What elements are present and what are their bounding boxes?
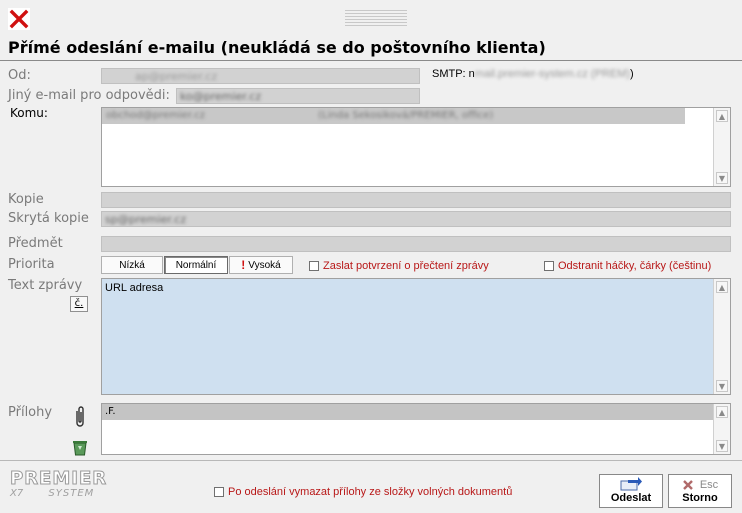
cc-label: Kopie (8, 192, 44, 207)
to-value: obchod@premier.cz (106, 110, 205, 121)
logo-sub: X7 SYSTEM (10, 488, 130, 500)
read-receipt-checkbox[interactable] (309, 260, 319, 271)
logo-premier-text: PREMIER (10, 468, 108, 489)
special-chars-button[interactable]: č. (70, 296, 88, 312)
cancel-x-icon (682, 480, 693, 490)
priority-normal-label: Normální (175, 259, 217, 271)
send-arrow-icon (620, 477, 642, 491)
attachments-label: Přílohy (8, 405, 53, 420)
logo-system-text: SYSTEM (48, 488, 95, 499)
smtp-value: mail.premier-system.cz (PREM) (474, 68, 631, 80)
scroll-up-icon[interactable]: ▲ (716, 406, 728, 418)
priority-high-button[interactable]: ! Vysoká (229, 256, 293, 274)
window-drag-handle[interactable] (345, 10, 407, 26)
subject-field[interactable] (101, 236, 731, 252)
from-value: ap@premier.cz (135, 70, 218, 83)
priority-normal-button[interactable]: Normální (164, 256, 228, 274)
to-recipient-row: obchod@premier.cz (Linda Sekosiková/PREM… (102, 108, 685, 124)
smtp-info: SMTP: nmail.premier-system.cz (PREM)) (432, 68, 634, 80)
read-receipt-option[interactable]: Zaslat potvrzení o přečtení zprávy (309, 258, 489, 272)
message-body-text: URL adresa (105, 282, 164, 294)
message-body-field[interactable]: URL adresa ▲ ▼ (101, 278, 731, 395)
priority-label: Priorita (8, 257, 55, 272)
logo-x7-text: X7 (10, 488, 24, 499)
read-receipt-label: Zaslat potvrzení o přečtení zprávy (323, 260, 489, 272)
delete-attachments-label: Po odeslání vymazat přílohy ze složky vo… (228, 486, 513, 498)
reply-to-label: Jiný e-mail pro odpovědi: (8, 88, 170, 103)
footer-divider (0, 460, 742, 461)
message-scrollbar[interactable]: ▲ ▼ (713, 279, 730, 394)
priority-low-button[interactable]: Nízká (101, 256, 163, 274)
attachments-list[interactable]: .F. ▲ ▼ (101, 403, 731, 455)
bcc-value: sp@premier.cz (105, 213, 187, 226)
recycle-bin-icon[interactable] (70, 438, 90, 459)
window-title: Přímé odeslání e-mailu (neukládá se do p… (8, 38, 546, 57)
from-label: Od: (8, 68, 31, 83)
reply-to-field[interactable]: ko@premier.cz (176, 88, 420, 104)
priority-low-label: Nízká (119, 259, 145, 271)
to-scrollbar[interactable]: ▲ ▼ (713, 108, 730, 186)
scroll-down-icon[interactable]: ▼ (716, 380, 728, 392)
cancel-label: Storno (682, 492, 718, 504)
scroll-down-icon[interactable]: ▼ (716, 440, 728, 452)
delete-attachments-option[interactable]: Po odeslání vymazat přílohy ze složky vo… (214, 484, 512, 498)
cc-field[interactable] (101, 192, 731, 208)
strip-diacritics-label: Odstranit háčky, čárky (češtinu) (558, 260, 712, 272)
message-label: Text zprávy (8, 278, 83, 293)
paperclip-icon[interactable] (73, 405, 87, 432)
close-x-icon (9, 9, 29, 29)
close-button[interactable] (8, 8, 30, 30)
scroll-down-icon[interactable]: ▼ (716, 172, 728, 184)
smtp-label: SMTP: n (432, 68, 475, 80)
bcc-field[interactable]: sp@premier.cz (101, 211, 731, 227)
title-divider (0, 60, 742, 61)
to-field[interactable]: obchod@premier.cz (Linda Sekosiková/PREM… (101, 107, 731, 187)
attachment-row[interactable]: .F. (102, 404, 713, 420)
reply-to-value: ko@premier.cz (180, 90, 262, 103)
premier-logo: PREMIER X7 SYSTEM (10, 468, 130, 506)
cancel-key-label: Esc (699, 479, 719, 491)
priority-high-label: Vysoká (248, 259, 281, 271)
attachments-scrollbar[interactable]: ▲ ▼ (713, 404, 730, 454)
from-field[interactable]: ap@premier.cz (101, 68, 420, 84)
bcc-label: Skrytá kopie (8, 211, 89, 226)
to-label: Komu: (10, 106, 48, 120)
delete-attachments-checkbox[interactable] (214, 486, 224, 497)
scroll-up-icon[interactable]: ▲ (716, 110, 728, 122)
strip-diacritics-option[interactable]: Odstranit háčky, čárky (češtinu) (544, 258, 711, 272)
subject-label: Předmět (8, 236, 63, 251)
scroll-up-icon[interactable]: ▲ (716, 281, 728, 293)
exclamation-icon: ! (241, 258, 246, 272)
strip-diacritics-checkbox[interactable] (544, 260, 554, 271)
send-label: Odeslat (610, 492, 652, 504)
send-button[interactable]: Odeslat (599, 474, 663, 508)
smtp-suffix: ) (630, 68, 634, 80)
to-value2: (Linda Sekosiková/PREMIER, office) (318, 110, 494, 121)
cancel-button[interactable]: Esc Storno (668, 474, 732, 508)
